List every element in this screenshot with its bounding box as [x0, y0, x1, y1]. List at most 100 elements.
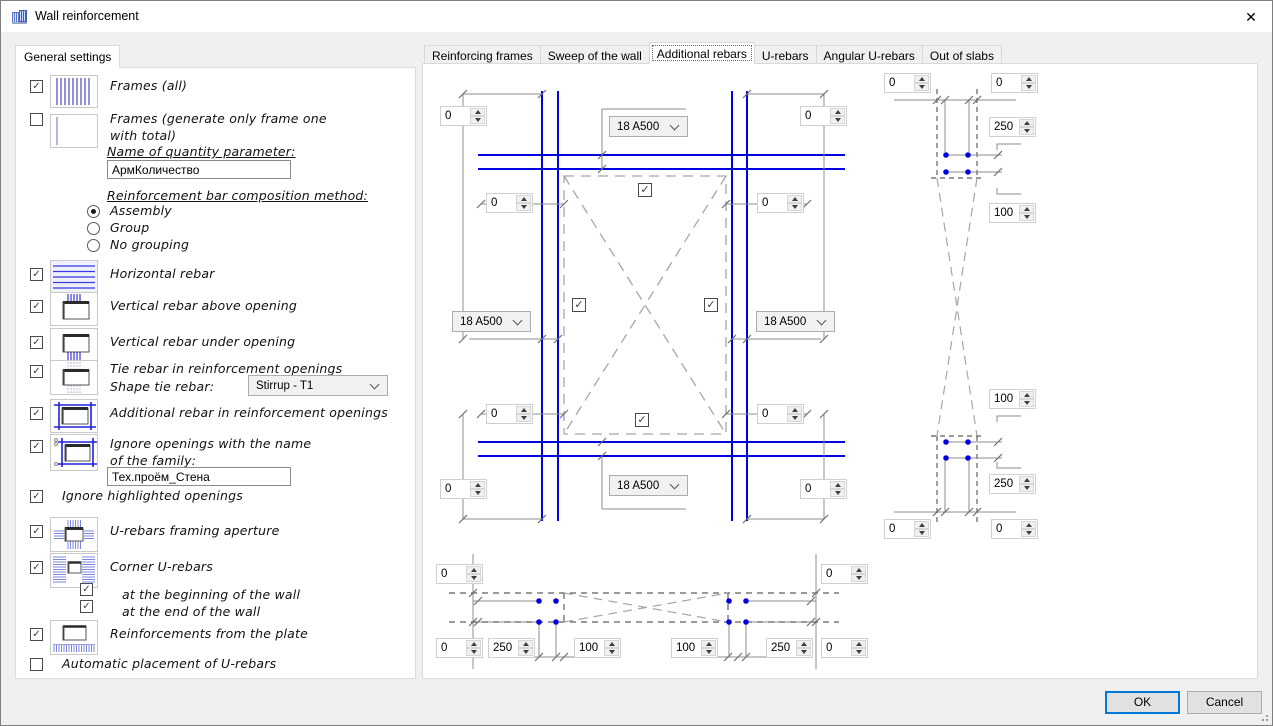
- spin-up-button[interactable]: [1019, 391, 1034, 399]
- method-assembly-radio[interactable]: [87, 205, 100, 218]
- tab-angular-u-rebars[interactable]: Angular U-rebars: [815, 45, 923, 64]
- spin-up-button[interactable]: [518, 640, 533, 648]
- spin-down-button[interactable]: [466, 648, 481, 656]
- section-bottom-spinner-1[interactable]: 0: [436, 638, 483, 658]
- spin-up-button[interactable]: [1019, 476, 1034, 484]
- vertical-above-checkbox[interactable]: ✓: [30, 300, 43, 313]
- spin-down-button[interactable]: [1021, 83, 1036, 91]
- spin-down-button[interactable]: [851, 574, 866, 582]
- offset-spinner-bottom-left[interactable]: 0: [440, 479, 487, 499]
- spin-up-button[interactable]: [470, 481, 485, 489]
- offset-spinner-mid-lower-right[interactable]: 0: [757, 404, 804, 424]
- spin-down-button[interactable]: [518, 648, 533, 656]
- spin-down-button[interactable]: [830, 116, 845, 124]
- corner-u-rebars-checkbox[interactable]: ✓: [30, 561, 43, 574]
- from-plate-checkbox[interactable]: ✓: [30, 628, 43, 641]
- shape-tie-select[interactable]: Stirrup - T1: [248, 375, 388, 396]
- spin-down-button[interactable]: [914, 83, 929, 91]
- begin-wall-checkbox[interactable]: ✓: [80, 583, 93, 596]
- spin-up-button[interactable]: [1021, 521, 1036, 529]
- spin-up-button[interactable]: [1021, 75, 1036, 83]
- end-wall-checkbox[interactable]: ✓: [80, 600, 93, 613]
- opening-side-checkbox-bottom[interactable]: ✓: [635, 413, 649, 427]
- section-right-spinner-top-right[interactable]: 0: [991, 73, 1038, 93]
- section-right-spinner-250-top[interactable]: 250: [989, 117, 1036, 137]
- spin-down-button[interactable]: [796, 648, 811, 656]
- opening-side-checkbox-left[interactable]: ✓: [572, 298, 586, 312]
- spin-down-button[interactable]: [470, 116, 485, 124]
- spin-down-button[interactable]: [851, 648, 866, 656]
- spin-down-button[interactable]: [787, 203, 802, 211]
- tab-reinforcing-frames[interactable]: Reinforcing frames: [424, 45, 541, 64]
- spin-down-button[interactable]: [701, 648, 716, 656]
- tab-sweep-of-the-wall[interactable]: Sweep of the wall: [539, 45, 650, 64]
- spin-up-button[interactable]: [1019, 205, 1034, 213]
- spin-up-button[interactable]: [516, 195, 531, 203]
- spin-up-button[interactable]: [1019, 119, 1034, 127]
- ignore-highlighted-checkbox[interactable]: ✓: [30, 490, 43, 503]
- spin-up-button[interactable]: [466, 566, 481, 574]
- section-bottom-spinner-3[interactable]: 100: [574, 638, 621, 658]
- spin-down-button[interactable]: [470, 489, 485, 497]
- rebar-grade-select-top[interactable]: 18 A500: [609, 116, 688, 137]
- u-rebars-framing-checkbox[interactable]: ✓: [30, 525, 43, 538]
- tab-out-of-slabs[interactable]: Out of slabs: [921, 45, 1002, 64]
- offset-spinner-mid-upper-right[interactable]: 0: [757, 193, 804, 213]
- tie-rebar-checkbox[interactable]: ✓: [30, 365, 43, 378]
- rebar-grade-select-right[interactable]: 18 A500: [756, 311, 835, 332]
- spin-up-button[interactable]: [604, 640, 619, 648]
- section-bottom-spinner-top-right[interactable]: 0: [821, 564, 868, 584]
- tab-u-rebars[interactable]: U-rebars: [753, 45, 817, 64]
- auto-placement-checkbox[interactable]: [30, 658, 43, 671]
- ok-button[interactable]: OK: [1105, 691, 1180, 714]
- offset-spinner-top-left[interactable]: 0: [440, 106, 487, 126]
- spin-up-button[interactable]: [466, 640, 481, 648]
- horizontal-rebar-checkbox[interactable]: ✓: [30, 268, 43, 281]
- spin-down-button[interactable]: [914, 529, 929, 537]
- spin-up-button[interactable]: [851, 566, 866, 574]
- opening-side-checkbox-top[interactable]: ✓: [638, 183, 652, 197]
- qty-param-input[interactable]: [107, 160, 291, 179]
- additional-rebar-checkbox[interactable]: ✓: [30, 407, 43, 420]
- section-right-spinner-bottom-right[interactable]: 0: [991, 519, 1038, 539]
- resize-grip[interactable]: [1259, 712, 1269, 722]
- section-bottom-spinner-2[interactable]: 250: [488, 638, 535, 658]
- spin-up-button[interactable]: [787, 195, 802, 203]
- offset-spinner-top-right[interactable]: 0: [800, 106, 847, 126]
- spin-down-button[interactable]: [1021, 529, 1036, 537]
- section-bottom-spinner-6[interactable]: 0: [821, 638, 868, 658]
- cancel-button[interactable]: Cancel: [1187, 691, 1262, 714]
- spin-down-button[interactable]: [516, 203, 531, 211]
- spin-down-button[interactable]: [516, 414, 531, 422]
- frames-all-checkbox[interactable]: ✓: [30, 80, 43, 93]
- spin-up-button[interactable]: [470, 108, 485, 116]
- ignore-openings-checkbox[interactable]: ✓: [30, 440, 43, 453]
- offset-spinner-mid-upper-left[interactable]: 0: [486, 193, 533, 213]
- spin-down-button[interactable]: [787, 414, 802, 422]
- spin-down-button[interactable]: [466, 574, 481, 582]
- spin-up-button[interactable]: [830, 481, 845, 489]
- section-right-spinner-100-top[interactable]: 100: [989, 203, 1036, 223]
- method-no-grouping-radio[interactable]: [87, 239, 100, 252]
- offset-spinner-mid-lower-left[interactable]: 0: [486, 404, 533, 424]
- spin-up-button[interactable]: [787, 406, 802, 414]
- opening-side-checkbox-right[interactable]: ✓: [704, 298, 718, 312]
- offset-spinner-bottom-right[interactable]: 0: [800, 479, 847, 499]
- spin-up-button[interactable]: [914, 75, 929, 83]
- spin-down-button[interactable]: [1019, 399, 1034, 407]
- spin-up-button[interactable]: [914, 521, 929, 529]
- section-right-spinner-top-left[interactable]: 0: [884, 73, 931, 93]
- method-group-radio[interactable]: [87, 222, 100, 235]
- spin-down-button[interactable]: [830, 489, 845, 497]
- spin-down-button[interactable]: [604, 648, 619, 656]
- frames-one-checkbox[interactable]: [30, 113, 43, 126]
- section-bottom-spinner-top-left[interactable]: 0: [436, 564, 483, 584]
- rebar-grade-select-bottom[interactable]: 18 A500: [609, 475, 688, 496]
- section-bottom-spinner-5[interactable]: 250: [766, 638, 813, 658]
- tab-additional-rebars[interactable]: Additional rebars: [648, 42, 755, 64]
- section-right-spinner-100-bottom[interactable]: 100: [989, 389, 1036, 409]
- spin-up-button[interactable]: [851, 640, 866, 648]
- tab-general-settings[interactable]: General settings: [15, 45, 121, 68]
- section-right-spinner-bottom-left[interactable]: 0: [884, 519, 931, 539]
- section-right-spinner-250-bottom[interactable]: 250: [989, 474, 1036, 494]
